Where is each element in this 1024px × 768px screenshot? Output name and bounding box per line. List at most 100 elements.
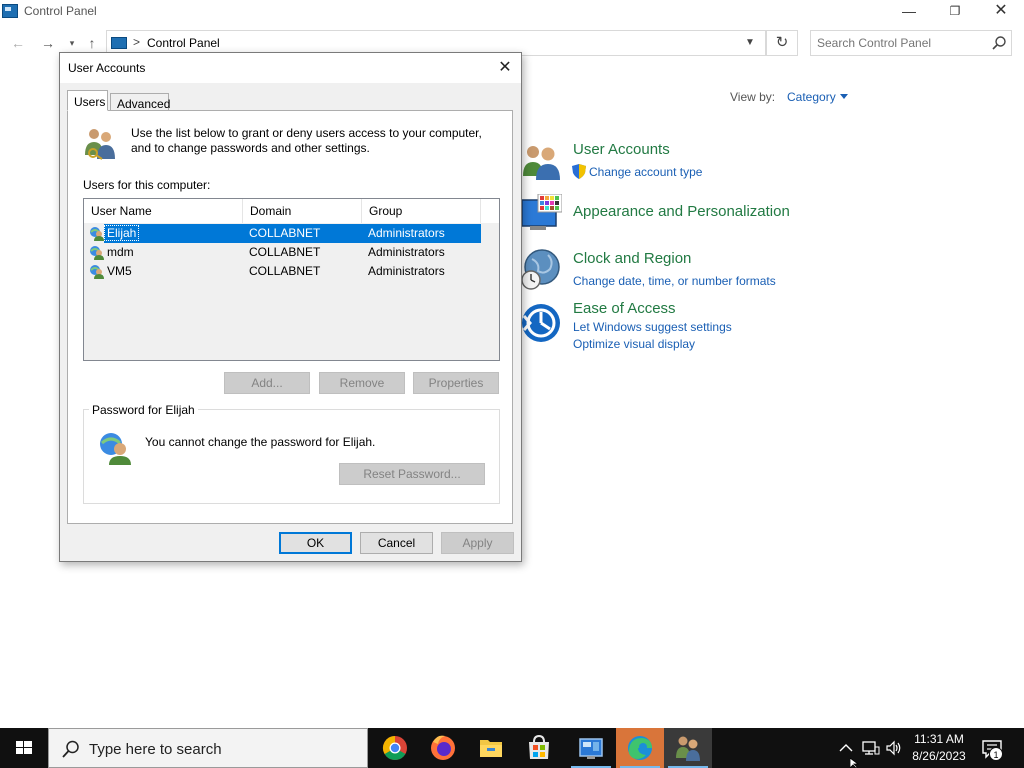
- column-header-user-name[interactable]: User Name: [84, 199, 243, 223]
- file-explorer-icon: [480, 740, 502, 757]
- domain-user-icon: [90, 265, 104, 279]
- refresh-icon[interactable]: ↻: [766, 30, 798, 56]
- domain-cell: COLLABNET: [249, 264, 321, 278]
- table-row[interactable]: VM5 COLLABNET Administrators: [84, 262, 499, 281]
- control-panel-icon: [111, 37, 127, 49]
- category-appearance[interactable]: Appearance and Personalization: [573, 203, 790, 220]
- apply-button[interactable]: Apply: [441, 532, 514, 554]
- taskbar-search-placeholder[interactable]: Type here to search: [89, 741, 222, 758]
- network-icon[interactable]: [862, 740, 880, 756]
- link-change-account-type[interactable]: Change account type: [589, 165, 702, 179]
- search-icon[interactable]: [991, 35, 1007, 51]
- taskbar-app-store[interactable]: [515, 728, 563, 768]
- up-arrow-icon[interactable]: ↑: [82, 32, 102, 54]
- category-clock-region[interactable]: Clock and Region: [573, 250, 691, 267]
- clock-date[interactable]: 8/26/2023: [909, 749, 969, 763]
- uac-shield-icon: [572, 164, 586, 179]
- password-groupbox: [83, 409, 500, 504]
- domain-user-icon: [90, 246, 104, 260]
- breadcrumb[interactable]: Control Panel: [147, 36, 220, 50]
- search-icon: [62, 740, 79, 758]
- link-change-date-time-formats[interactable]: Change date, time, or number formats: [573, 274, 776, 288]
- password-message: You cannot change the password for Elija…: [145, 435, 376, 449]
- dialog-titlebar[interactable]: User Accounts ✕: [60, 53, 521, 83]
- address-dropdown-icon[interactable]: ▼: [740, 30, 760, 56]
- add-user-button[interactable]: Add...: [224, 372, 310, 394]
- control-panel-icon: [2, 4, 18, 18]
- reset-password-button[interactable]: Reset Password...: [339, 463, 485, 485]
- domain-cell: COLLABNET: [249, 226, 321, 240]
- edge-icon: [628, 736, 652, 760]
- users-list[interactable]: User Name Domain Group Elijah COLLABNET …: [83, 198, 500, 361]
- user-accounts-icon: [85, 129, 115, 160]
- search-input[interactable]: [817, 35, 987, 51]
- taskbar-app-chrome[interactable]: [371, 728, 419, 768]
- taskbar-app-edge[interactable]: [616, 728, 664, 768]
- user-accounts-icon[interactable]: [520, 140, 562, 182]
- column-header-group[interactable]: Group: [362, 199, 481, 223]
- close-icon[interactable]: ✕: [490, 55, 520, 81]
- taskbar-app-user-accounts[interactable]: [664, 728, 712, 768]
- window-title: Control Panel: [24, 4, 97, 18]
- store-icon: [529, 734, 549, 759]
- view-by-dropdown[interactable]: Category: [787, 90, 836, 104]
- column-header-filler: [481, 199, 499, 223]
- user-name-cell: Elijah: [103, 225, 140, 241]
- link-optimize-visual-display[interactable]: Optimize visual display: [573, 337, 695, 351]
- forward-arrow-icon[interactable]: →: [38, 32, 58, 54]
- domain-cell: COLLABNET: [249, 245, 321, 259]
- close-button[interactable]: ✕: [978, 0, 1024, 24]
- taskbar-app-firefox[interactable]: [419, 728, 467, 768]
- users-list-label: Users for this computer:: [83, 178, 211, 192]
- link-let-windows-suggest-settings[interactable]: Let Windows suggest settings: [573, 320, 732, 334]
- back-arrow-icon[interactable]: ←: [8, 32, 28, 54]
- mouse-cursor-icon: [850, 758, 860, 768]
- start-button-windows-icon[interactable]: [0, 728, 48, 768]
- table-row[interactable]: Elijah COLLABNET Administrators: [84, 224, 499, 243]
- notification-count-badge: 1: [989, 747, 1003, 761]
- volume-icon[interactable]: [885, 740, 903, 756]
- dialog-title: User Accounts: [68, 61, 146, 75]
- taskbar: Type here to search 11:31 AM 8/26/2023 1: [0, 728, 1024, 768]
- ok-button[interactable]: OK: [279, 532, 352, 554]
- tab-users[interactable]: Users: [67, 90, 108, 111]
- user-accounts-icon: [676, 736, 700, 761]
- taskbar-app-file-explorer[interactable]: [467, 728, 515, 768]
- properties-button[interactable]: Properties: [413, 372, 499, 394]
- tab-advanced[interactable]: Advanced: [110, 93, 170, 111]
- control-panel-icon: [579, 738, 603, 759]
- search-box[interactable]: [810, 30, 1012, 56]
- show-hidden-icons-chevron-icon[interactable]: [838, 738, 854, 758]
- table-row[interactable]: mdm COLLABNET Administrators: [84, 243, 499, 262]
- recent-locations-chevron-icon[interactable]: ▾: [62, 32, 82, 54]
- minimize-button[interactable]: —: [886, 0, 932, 24]
- user-accounts-dialog: User Accounts ✕ Users Advanced Use the l…: [59, 52, 522, 562]
- clock-region-icon[interactable]: [520, 249, 562, 291]
- control-panel-titlebar[interactable]: Control Panel — ❐ ✕: [0, 0, 1024, 24]
- domain-user-icon: [100, 433, 131, 465]
- remove-user-button[interactable]: Remove: [319, 372, 405, 394]
- domain-user-icon: [90, 227, 104, 241]
- group-cell: Administrators: [368, 264, 445, 278]
- clock-time[interactable]: 11:31 AM: [909, 732, 969, 746]
- cancel-button[interactable]: Cancel: [360, 532, 433, 554]
- intro-text: Use the list below to grant or deny user…: [131, 126, 482, 155]
- chevron-down-icon[interactable]: [840, 94, 848, 99]
- view-by-label: View by:: [730, 90, 776, 104]
- taskbar-app-control-panel[interactable]: [567, 728, 615, 768]
- users-tab-panel: Use the list below to grant or deny user…: [67, 110, 513, 524]
- appearance-icon[interactable]: [520, 194, 562, 236]
- ease-of-access-icon[interactable]: [520, 302, 562, 344]
- taskbar-search-box[interactable]: Type here to search: [48, 728, 368, 768]
- category-ease-of-access[interactable]: Ease of Access: [573, 300, 676, 317]
- column-header-domain[interactable]: Domain: [243, 199, 362, 223]
- password-group-label: Password for Elijah: [89, 403, 198, 417]
- user-name-cell: mdm: [107, 245, 134, 259]
- breadcrumb-separator[interactable]: >: [133, 35, 140, 49]
- user-name-cell: VM5: [107, 264, 132, 278]
- category-user-accounts[interactable]: User Accounts: [573, 141, 670, 158]
- restore-button[interactable]: ❐: [932, 0, 978, 24]
- firefox-icon: [431, 735, 455, 760]
- group-cell: Administrators: [368, 245, 445, 259]
- chrome-icon: [382, 736, 407, 761]
